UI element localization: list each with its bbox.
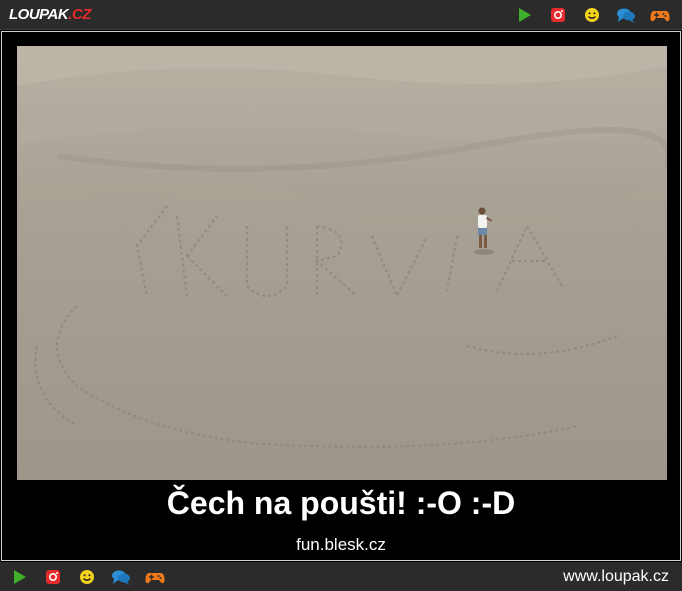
desert-photo [17, 46, 667, 480]
play-icon[interactable] [9, 568, 29, 586]
smiley-icon[interactable] [582, 6, 602, 24]
top-icon-bar [514, 6, 670, 24]
post-caption: Čech na poušti! :-O :-D [166, 485, 516, 521]
logo-tld: .CZ [68, 6, 91, 23]
post-frame: Čech na poušti! :-O :-D fun.blesk.cz [1, 31, 681, 561]
play-icon[interactable] [514, 6, 534, 24]
chat-icon[interactable] [111, 568, 131, 586]
top-bar: LOUPAK.CZ [0, 0, 682, 30]
logo-main: LOUPAK [9, 6, 69, 23]
smiley-icon[interactable] [77, 568, 97, 586]
instagram-icon[interactable] [43, 568, 63, 586]
gamepad-icon[interactable] [650, 6, 670, 24]
gamepad-icon[interactable] [145, 568, 165, 586]
bottom-bar: www.loupak.cz [0, 562, 682, 591]
chat-icon[interactable] [616, 6, 636, 24]
site-url[interactable]: www.loupak.cz [563, 567, 669, 587]
site-logo[interactable]: LOUPAK.CZ [9, 5, 91, 25]
bottom-icon-bar [9, 568, 165, 586]
post-source[interactable]: fun.blesk.cz [2, 534, 680, 556]
instagram-icon[interactable] [548, 6, 568, 24]
post-photo[interactable] [17, 46, 667, 480]
